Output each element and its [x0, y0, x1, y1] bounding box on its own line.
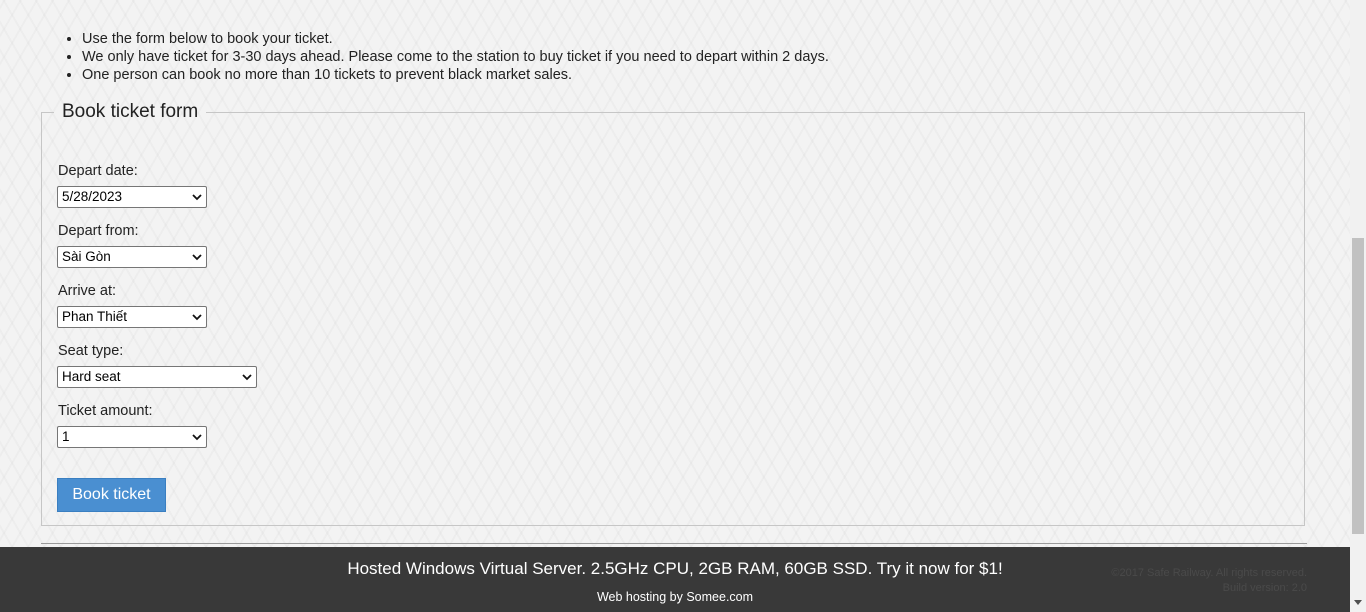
chevron-down-icon: [242, 374, 252, 381]
depart-date-value: 5/28/2023: [62, 189, 123, 204]
arrive-at-label: Arrive at:: [58, 283, 117, 299]
chevron-down-icon: [192, 314, 202, 321]
depart-from-value: Sài Gòn: [62, 249, 111, 264]
vertical-scrollbar[interactable]: [1350, 0, 1366, 612]
seat-type-value: Hard seat: [62, 369, 121, 384]
depart-date-label: Depart date:: [58, 163, 138, 179]
arrive-at-select[interactable]: Phan Thiết: [57, 306, 207, 328]
divider: [41, 543, 1307, 544]
depart-from-label: Depart from:: [58, 223, 139, 239]
form-legend: Book ticket form: [62, 101, 199, 122]
footer: Hosted Windows Virtual Server. 2.5GHz CP…: [0, 547, 1350, 612]
seat-type-label: Seat type:: [58, 343, 124, 359]
ticket-amount-value: 1: [62, 429, 70, 444]
instruction-item: One person can book no more than 10 tick…: [82, 66, 829, 84]
book-ticket-button[interactable]: Book ticket: [57, 478, 166, 512]
chevron-down-icon: [192, 254, 202, 261]
depart-date-select[interactable]: 5/28/2023: [57, 186, 207, 208]
ticket-amount-label: Ticket amount:: [58, 403, 153, 419]
ticket-amount-select[interactable]: 1: [57, 426, 207, 448]
chevron-down-icon: [192, 194, 202, 201]
depart-from-select[interactable]: Sài Gòn: [57, 246, 207, 268]
book-ticket-form: Book ticket form: [41, 101, 1305, 526]
scrollbar-thumb[interactable]: [1352, 238, 1364, 534]
scroll-down-arrow-icon[interactable]: [1354, 600, 1362, 605]
build-version: Build version: 2.0: [1222, 582, 1307, 594]
instruction-item: Use the form below to book your ticket.: [82, 30, 829, 48]
arrive-at-value: Phan Thiết: [62, 309, 128, 324]
copyright-text: ©2017 Safe Railway. All rights reserved.: [1111, 567, 1307, 579]
seat-type-select[interactable]: Hard seat: [57, 366, 257, 388]
instruction-item: We only have ticket for 3-30 days ahead.…: [82, 48, 829, 66]
chevron-down-icon: [192, 434, 202, 441]
instructions-list: Use the form below to book your ticket. …: [62, 30, 829, 84]
copyright-block: ©2017 Safe Railway. All rights reserved.…: [1111, 566, 1307, 596]
